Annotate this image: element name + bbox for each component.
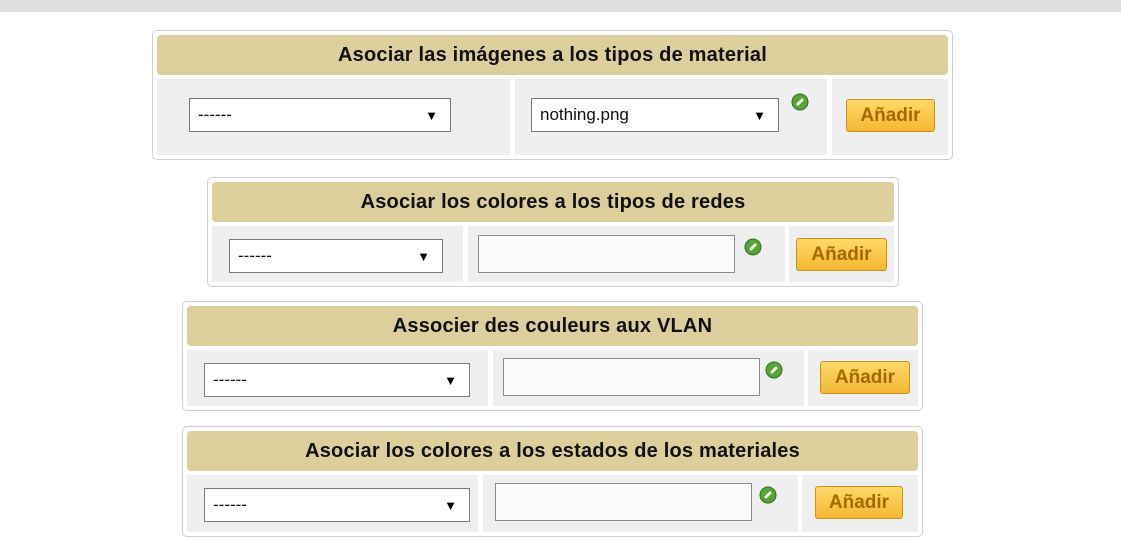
material-state-select[interactable]: ------ ▼ (204, 488, 470, 522)
add-button[interactable]: Añadir (820, 361, 910, 394)
section-title: Asociar las imágenes a los tipos de mate… (157, 35, 948, 75)
color-picker-icon[interactable] (765, 361, 783, 379)
color-picker-icon[interactable] (759, 486, 777, 504)
type-cell: ------ ▼ (187, 350, 488, 406)
type-cell: ------ ▼ (187, 475, 478, 532)
dropdown-arrow-icon: ▼ (753, 107, 766, 123)
material-type-select[interactable]: ------ ▼ (189, 98, 451, 132)
vlan-colors-panel: Associer des couleurs aux VLAN ------ ▼ … (182, 301, 923, 411)
color-cell (483, 475, 798, 532)
vlan-select[interactable]: ------ ▼ (204, 363, 470, 397)
add-cell: Añadir (808, 350, 918, 406)
image-select[interactable]: nothing.png ▼ (531, 98, 779, 132)
color-cell (493, 350, 804, 406)
section-title: Asociar los colores a los estados de los… (187, 431, 918, 471)
select-value: ------ (238, 246, 272, 265)
color-input[interactable] (495, 483, 752, 521)
select-value: nothing.png (540, 105, 629, 124)
section-title: Asociar los colores a los tipos de redes (212, 182, 894, 222)
add-button[interactable]: Añadir (815, 486, 903, 519)
image-cell: nothing.png ▼ (515, 79, 827, 155)
top-divider-bar (0, 0, 1121, 12)
picker-icon[interactable] (791, 93, 809, 111)
dropdown-arrow-icon: ▼ (444, 497, 457, 513)
select-value: ------ (198, 105, 232, 124)
dropdown-arrow-icon: ▼ (425, 107, 438, 123)
select-value: ------ (213, 495, 247, 514)
add-cell: Añadir (789, 226, 894, 282)
color-input[interactable] (478, 235, 735, 273)
add-button[interactable]: Añadir (846, 99, 935, 132)
dropdown-arrow-icon: ▼ (417, 248, 430, 264)
color-input[interactable] (503, 358, 760, 396)
material-states-panel: Asociar los colores a los estados de los… (182, 426, 923, 537)
add-cell: Añadir (832, 79, 948, 155)
add-cell: Añadir (802, 475, 918, 532)
network-type-select[interactable]: ------ ▼ (229, 239, 443, 273)
color-picker-icon[interactable] (744, 238, 762, 256)
add-button[interactable]: Añadir (796, 238, 887, 271)
color-cell (468, 226, 785, 282)
section-title: Associer des couleurs aux VLAN (187, 306, 918, 346)
dropdown-arrow-icon: ▼ (444, 372, 457, 388)
network-colors-panel: Asociar los colores a los tipos de redes… (207, 177, 899, 287)
material-images-panel: Asociar las imágenes a los tipos de mate… (152, 30, 953, 160)
type-cell: ------ ▼ (157, 79, 510, 155)
select-value: ------ (213, 370, 247, 389)
type-cell: ------ ▼ (212, 226, 463, 282)
